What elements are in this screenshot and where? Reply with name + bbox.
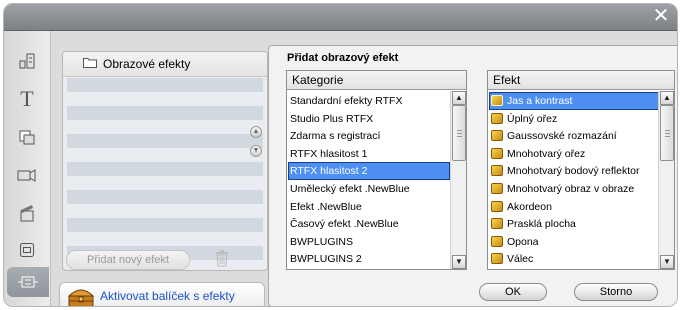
category-list-item[interactable]: RTFX hlasitost 1 [289,146,449,162]
effect-list-item[interactable]: Mnohotvarý ořez [490,146,658,162]
scroll-up-icon[interactable]: ▲ [452,91,466,105]
category-listbox[interactable]: Kategorie Standardní efekty RTFX Studio P… [286,70,467,270]
effect-list-item[interactable]: Úplný ořez [490,111,658,127]
scroll-down-icon[interactable]: ▼ [660,255,674,269]
category-list-item[interactable]: RTFX hlasitost 2 [288,162,450,181]
category-item-label: RTFX hlasitost 1 [290,147,368,160]
activate-pack-button[interactable]: Aktivovat balíček s efekty [59,282,265,306]
applied-effects-header: Obrazové efekty [63,52,267,77]
effect-cube-icon [491,235,503,247]
window-icon[interactable] [13,237,41,263]
category-item-label: Standardní efekty RTFX [290,95,403,107]
audio-icon[interactable] [13,162,41,188]
tool-strip: T [4,31,51,306]
effect-list-item[interactable]: Jas a kontrast [489,92,659,110]
effect-item-label: Mnohotvarý bodový reflektor [507,165,640,178]
effect-list-item[interactable]: Mnohotvarý obraz v obraze [490,181,658,197]
move-up-icon[interactable]: ▲ [250,126,262,138]
effect-cube-icon [491,200,503,212]
category-item-label: BWPLUGINS [290,235,354,248]
category-list-item[interactable]: BWPLUGINS [289,234,449,250]
scene-editor-icon[interactable] [13,48,41,74]
effects-tool-icon[interactable] [7,267,49,297]
category-scrollbar[interactable]: ▲ ▼ [450,91,466,269]
category-item-label: Studio Plus RTFX [290,112,374,125]
add-effect-title: Přidat obrazový efekt [287,52,399,64]
category-item-label: RTFX hlasitost 2 [290,165,368,178]
category-item-label: Zdarma s registrací [290,130,381,143]
effect-item-label: Gaussovské rozmazání [507,130,617,143]
transitions-icon[interactable] [13,124,41,150]
category-list-item[interactable]: Umělecký efekt .NewBlue [289,181,449,197]
title-text-icon[interactable]: T [13,86,41,112]
effect-list-item[interactable]: Mnohotvarý bodový reflektor [490,163,658,179]
applied-effects-panel: Obrazové efekty [62,51,268,271]
scroll-up-icon[interactable]: ▲ [660,91,674,105]
effect-item-label: Mnohotvarý obraz v obraze [507,183,635,195]
effect-item-label: Válec [507,253,534,266]
title-bar: ✕ [4,4,677,31]
effect-item-label: Prasklá plocha [507,218,576,231]
activate-pack-label: Aktivovat balíček s efekty [100,289,235,303]
add-effect-panel: Přidat obrazový efekt Kategorie Standard… [268,45,677,306]
category-item-label: Časový efekt .NewBlue [290,218,399,231]
category-header: Kategorie [287,71,466,90]
effect-scrollbar[interactable]: ▲ ▼ [658,91,674,269]
effect-item-label: Akordeon [507,200,552,213]
effect-list-item[interactable]: Opona [490,234,658,250]
trash-icon[interactable] [215,250,229,267]
effect-cube-icon [491,218,503,230]
close-icon[interactable]: ✕ [651,6,671,27]
folder-icon [83,57,97,71]
effect-list-item[interactable]: Prasklá plocha [490,216,658,232]
effect-item-label: Mnohotvarý ořez [507,147,586,160]
ok-button[interactable]: OK [479,283,547,301]
effect-cube-icon [491,147,503,159]
cancel-button[interactable]: Storno [574,283,658,301]
effect-cube-icon [491,95,503,106]
effect-cube-icon [491,130,503,142]
effect-cube-icon [491,112,503,124]
effect-list-item[interactable]: Gaussovské rozmazání [490,128,658,144]
category-list-item[interactable]: Zdarma s registrací [289,128,449,144]
add-effect-button[interactable]: Přidat nový efekt [66,250,190,270]
clapboard-icon[interactable] [13,200,41,226]
treasure-chest-icon [66,284,96,306]
category-item-label: Efekt .NewBlue [290,200,362,213]
applied-effects-list[interactable] [67,78,263,268]
scroll-down-icon[interactable]: ▼ [452,255,466,269]
move-down-icon[interactable]: ▼ [250,145,262,157]
category-list-item[interactable]: Studio Plus RTFX [289,111,449,127]
effect-cube-icon [491,183,503,194]
category-list-item[interactable]: Standardní efekty RTFX [289,93,449,109]
category-item-label: Umělecký efekt .NewBlue [290,183,410,195]
effect-item-label: Jas a kontrast [507,95,573,107]
scroll-thumb[interactable] [660,105,674,161]
applied-effects-title: Obrazové efekty [103,57,191,71]
effect-list-item[interactable]: Válec [490,251,658,267]
category-list-item[interactable]: Efekt .NewBlue [289,199,449,215]
effect-item-label: Úplný ořez [507,112,558,125]
effects-dialog: ✕ T Obrazové efekty ▲ ▼ Přidat nový efek… [3,3,678,307]
effect-item-label: Opona [507,235,539,248]
category-list-item[interactable]: BWPLUGINS 2 [289,251,449,267]
effect-cube-icon [491,253,503,265]
effect-listbox[interactable]: Efekt Jas a kontrast Úplný ořez Gaussovské… [487,70,675,270]
category-item-label: BWPLUGINS 2 [290,253,362,266]
effect-list-item[interactable]: Akordeon [490,199,658,215]
category-list-item[interactable]: Časový efekt .NewBlue [289,216,449,232]
effect-cube-icon [491,165,503,177]
effect-header: Efekt [488,71,674,90]
scroll-thumb[interactable] [452,105,466,161]
